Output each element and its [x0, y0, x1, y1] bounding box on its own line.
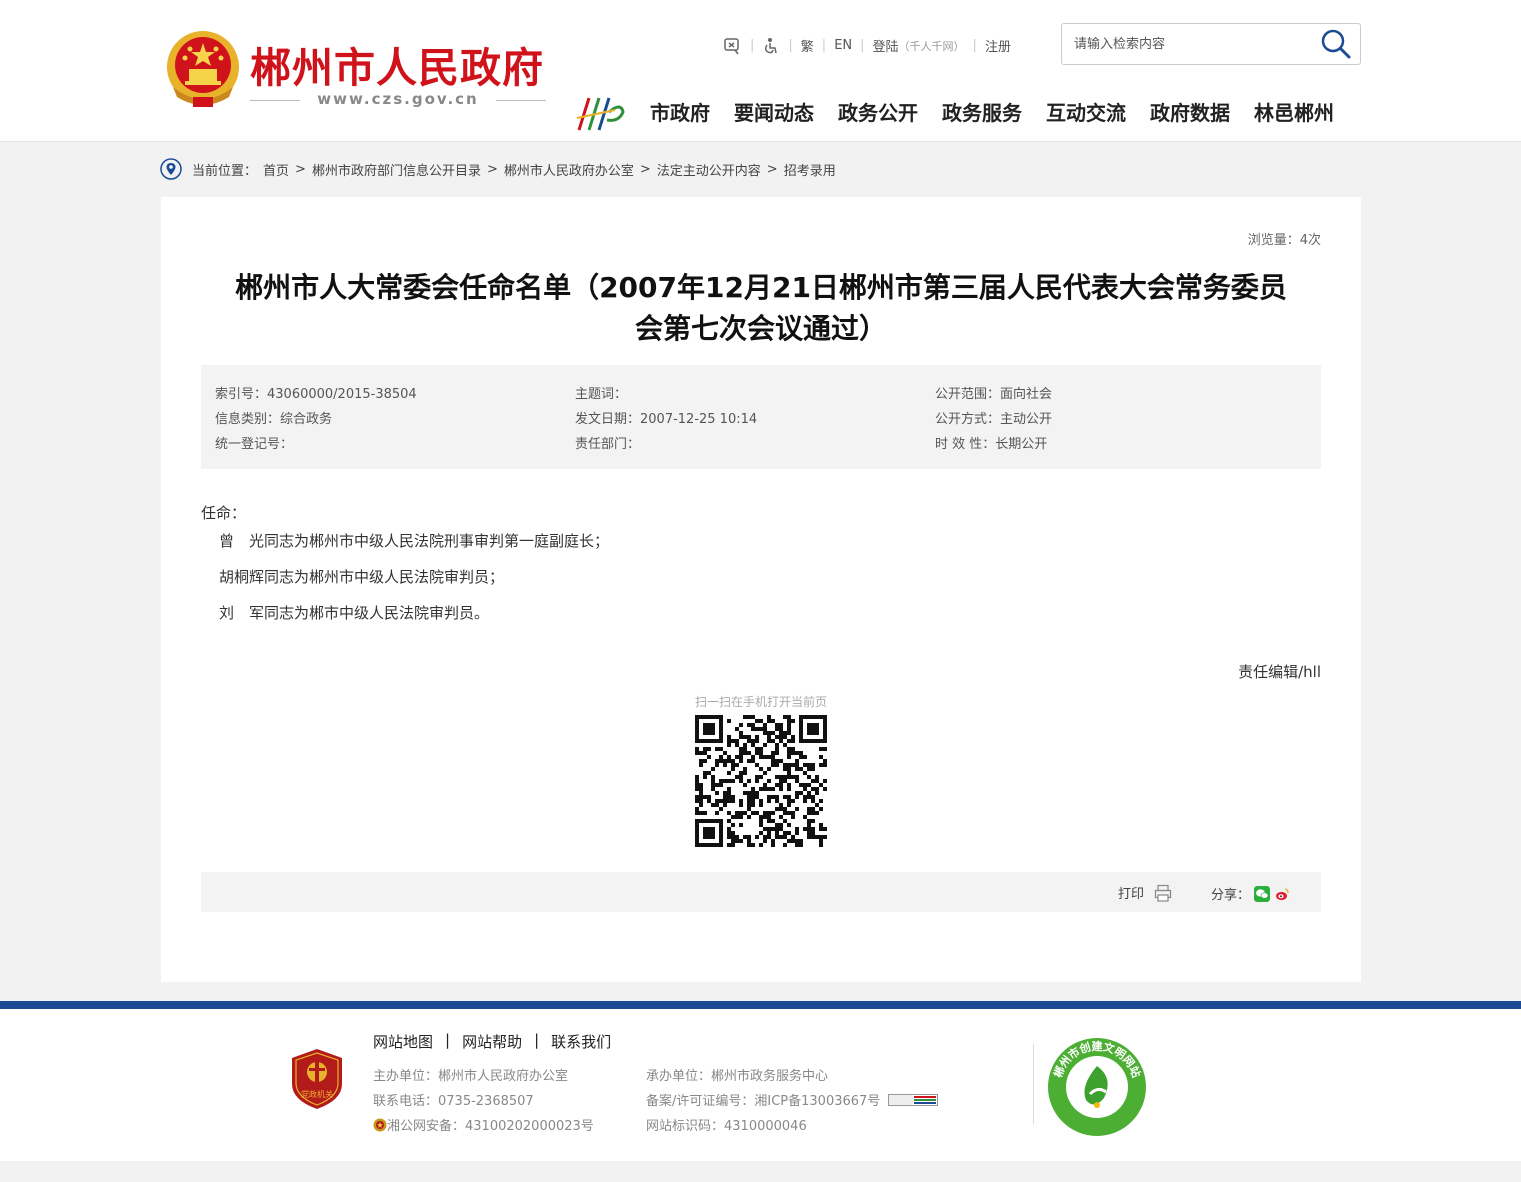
responsible-editor: 责任编辑/hll — [1238, 663, 1321, 681]
footer-icp[interactable]: 备案/许可证编号：湘ICP备13003667号 — [646, 1090, 939, 1109]
register-link[interactable]: 注册 — [985, 36, 1011, 55]
article-title-line2: 会第七次会议通过） — [634, 312, 887, 345]
body-paragraph: 任命： — [201, 504, 247, 522]
nav-item-linyi-chenzhou[interactable]: 林邑郴州 — [1254, 97, 1334, 126]
site-title: 郴州市人民政府 — [250, 44, 544, 92]
english-link[interactable]: EN — [834, 38, 852, 53]
footer-divider — [0, 1001, 1521, 1009]
qr-code-icon — [695, 715, 827, 847]
national-emblem-icon — [167, 31, 239, 107]
footer-divider-line — [1033, 1044, 1034, 1124]
meta-index-no: 索引号：43060000/2015-38504 — [215, 387, 417, 402]
footer-site-id: 网站标识码：4310000046 — [646, 1119, 807, 1134]
main-nav: 市政府 要闻动态 政务公开 政务服务 互动交流 政府数据 林邑郴州 — [650, 97, 1334, 126]
print-label: 打印 — [1118, 887, 1145, 902]
breadcrumb-public-content[interactable]: 法定主动公开内容 — [657, 160, 761, 179]
body-paragraph: 胡桐辉同志为郴州市中级人民法院审判员； — [219, 568, 505, 586]
breadcrumb-recruitment[interactable]: 招考录用 — [784, 160, 836, 179]
footer-police[interactable]: 湘公网安备：43100202000023号 — [373, 1115, 594, 1134]
body-paragraph: 曾 光同志为郴州市中级人民法院刑事审判第一庭副庭长； — [219, 532, 610, 550]
meta-dept: 责任部门： — [575, 437, 641, 452]
body-paragraph: 刘 军同志为郴市中级人民法院审判员。 — [219, 604, 490, 622]
elder-mode-icon[interactable] — [722, 37, 742, 55]
nav-item-news[interactable]: 要闻动态 — [734, 97, 814, 126]
meta-reg-no: 统一登记号： — [215, 437, 294, 452]
view-count: 浏览量：4次 — [1247, 233, 1321, 248]
footer-links: 网站地图 | 网站帮助 | 联系我们 — [373, 1031, 612, 1052]
article-panel: 浏览量：4次 郴州市人大常委会任命名单（2007年12月21日郴州市第三届人民代… — [161, 197, 1361, 982]
breadcrumb-office[interactable]: 郴州市人民政府办公室 — [504, 160, 634, 179]
search-icon[interactable] — [1320, 28, 1352, 60]
meta-method: 公开方式：主动公开 — [935, 412, 1053, 427]
top-links: | | 繁 | EN | 登陆 （千人千网） | 注册 — [722, 36, 1011, 55]
article-title-line1: 郴州市人大常委会任命名单（2007年12月21日郴州市第三届人民代表大会常务委员 — [235, 271, 1287, 304]
meta-validity: 时 效 性：长期公开 — [935, 437, 1048, 452]
traditional-chinese-link[interactable]: 繁 — [801, 36, 814, 55]
article-toolbar: 打印 分享： — [201, 872, 1321, 912]
footer-contact-link[interactable]: 联系我们 — [551, 1031, 611, 1052]
print-button[interactable]: 打印 — [1118, 883, 1172, 902]
header: 郴州市人民政府 www.czs.gov.cn | | 繁 | EN | 登陆 （… — [0, 0, 1521, 142]
footer-police-text: 湘公网安备：43100202000023号 — [387, 1119, 594, 1134]
qr-caption: 扫一扫在手机打开当前页 — [694, 695, 827, 709]
breadcrumb-home[interactable]: 首页 — [263, 160, 289, 179]
party-badge-text: 党政机关 — [301, 1089, 333, 1099]
footer-phone: 联系电话：0735-2368507 — [373, 1094, 534, 1109]
footer-organizer: 承办单位：郴州市政务服务中心 — [646, 1069, 829, 1084]
cnzz-stat-icon[interactable] — [888, 1093, 939, 1106]
nav-logo-icon — [576, 97, 625, 131]
nav-item-gov-data[interactable]: 政府数据 — [1150, 97, 1230, 126]
location-pin-icon — [160, 158, 182, 180]
police-badge-icon — [373, 1118, 387, 1131]
nav-item-interaction[interactable]: 互动交流 — [1046, 97, 1126, 126]
civilization-website-badge-icon[interactable]: 郴州市创建文明网站 — [1046, 1036, 1148, 1138]
search-box — [1061, 23, 1361, 65]
breadcrumb: 当前位置： 首页 > 郴州市政府部门信息公开目录 > 郴州市人民政府办公室 > … — [160, 158, 836, 180]
nav-item-gov-services[interactable]: 政务服务 — [942, 97, 1022, 126]
breadcrumb-catalog[interactable]: 郴州市政府部门信息公开目录 — [312, 160, 481, 179]
accessibility-icon[interactable] — [762, 37, 780, 55]
share-bar: 分享： — [1211, 884, 1291, 903]
search-input[interactable] — [1072, 32, 1316, 56]
footer-sponsor: 主办单位：郴州市人民政府办公室 — [373, 1069, 569, 1084]
meta-subject: 主题词： — [575, 387, 628, 402]
printer-icon — [1154, 884, 1172, 902]
site-url: www.czs.gov.cn — [250, 90, 546, 108]
footer-sitemap-link[interactable]: 网站地图 — [373, 1031, 433, 1052]
nav-item-gov-affairs-open[interactable]: 政务公开 — [838, 97, 918, 126]
meta-date: 发文日期：2007-12-25 10:14 — [575, 412, 758, 427]
footer-bottom-strip — [0, 1161, 1521, 1182]
article-meta: 索引号：43060000/2015-38504 信息类别：综合政务 统一登记号：… — [201, 365, 1321, 469]
meta-category: 信息类别：综合政务 — [215, 412, 333, 427]
share-label: 分享： — [1211, 888, 1251, 903]
meta-scope: 公开范围：面向社会 — [935, 387, 1053, 402]
article-title: 郴州市人大常委会任命名单（2007年12月21日郴州市第三届人民代表大会常务委员… — [201, 267, 1321, 349]
party-gov-badge-icon[interactable]: 党政机关 — [290, 1048, 344, 1110]
login-note: （千人千网） — [898, 39, 965, 53]
login-link[interactable]: 登陆 — [873, 36, 899, 55]
footer-icp-text: 备案/许可证编号：湘ICP备13003667号 — [646, 1094, 881, 1109]
nav-item-city-gov[interactable]: 市政府 — [650, 97, 710, 126]
wechat-icon[interactable] — [1254, 885, 1271, 902]
breadcrumb-label: 当前位置： — [192, 163, 258, 179]
footer-help-link[interactable]: 网站帮助 — [462, 1031, 522, 1052]
footer: 党政机关 网站地图 | 网站帮助 | 联系我们 主办单位：郴州市人民政府办公室 … — [0, 1009, 1521, 1161]
weibo-icon[interactable] — [1274, 885, 1291, 902]
